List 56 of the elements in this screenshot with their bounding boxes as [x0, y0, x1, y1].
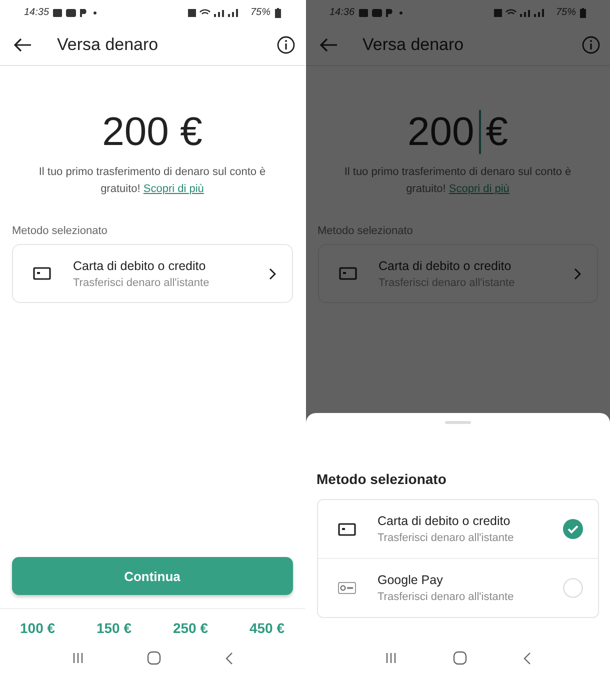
- notification-icons: [358, 8, 405, 18]
- payment-option[interactable]: Carta di debito o credito Trasferisci denaro all'istante: [318, 500, 598, 558]
- recent-apps-icon[interactable]: [72, 652, 84, 664]
- screen-title: Versa denaro: [57, 35, 158, 55]
- info-icon[interactable]: [276, 36, 294, 54]
- notification-icons: [53, 8, 100, 18]
- amount-display[interactable]: 200 €: [12, 110, 292, 154]
- back-arrow-icon[interactable]: [14, 38, 32, 52]
- option-title: Google Pay: [378, 573, 444, 587]
- quick-amount[interactable]: 150 €: [96, 620, 132, 636]
- status-time: 14:35: [24, 7, 50, 18]
- method-title: Carta di debito o credito: [378, 258, 512, 273]
- home-icon[interactable]: [452, 651, 467, 665]
- card-icon: [33, 267, 51, 280]
- card-icon: [338, 522, 356, 536]
- payment-option[interactable]: Google Pay Trasferisci denaro all'istante: [318, 558, 598, 617]
- method-title: Carta di debito o credito: [73, 258, 207, 273]
- chevron-right-icon: [268, 268, 276, 280]
- battery-icon: [274, 8, 280, 18]
- selected-check-icon[interactable]: [563, 519, 583, 539]
- recent-apps-icon[interactable]: [384, 652, 397, 664]
- amount-display[interactable]: 200 €: [318, 110, 598, 154]
- option-subtitle: Trasferisci denaro all'istante: [378, 532, 515, 544]
- screen-title: Versa denaro: [362, 35, 464, 55]
- continue-button[interactable]: Continua: [12, 557, 292, 595]
- quick-amount[interactable]: 250 €: [172, 620, 208, 636]
- battery-percentage: 75%: [250, 7, 270, 18]
- payment-method-card[interactable]: Carta di debito o credito Trasferisci denaro all'istante: [12, 244, 292, 304]
- learn-more-link[interactable]: Scopri di più: [143, 183, 204, 196]
- sheet-title: Metodo selezionato: [316, 471, 448, 487]
- currency-symbol: €: [180, 110, 202, 154]
- status-time: 14:36: [330, 7, 355, 18]
- amount-value: 200: [407, 110, 474, 154]
- section-label: Metodo selezionato: [318, 225, 414, 238]
- battery-icon: [580, 8, 586, 18]
- currency-symbol: €: [486, 110, 508, 154]
- back-icon[interactable]: [224, 652, 233, 664]
- quick-amount[interactable]: 450 €: [249, 620, 284, 636]
- payment-logo-icon: [338, 582, 356, 594]
- section-label: Metodo selezionato: [12, 225, 108, 238]
- back-icon[interactable]: [522, 652, 531, 664]
- battery-percentage: 75%: [556, 7, 576, 18]
- drag-handle[interactable]: [444, 421, 471, 424]
- method-subtitle: Trasferisci denaro all'istante: [73, 276, 210, 289]
- card-icon: [338, 267, 356, 280]
- amount-value: 200: [102, 110, 169, 154]
- option-title: Carta di debito o credito: [378, 514, 512, 528]
- quick-amount[interactable]: 100 €: [20, 620, 56, 636]
- home-icon[interactable]: [147, 651, 162, 665]
- option-subtitle: Trasferisci denaro all'istante: [378, 591, 515, 603]
- chevron-right-icon: [574, 268, 581, 280]
- radio-button[interactable]: [563, 578, 583, 598]
- text-cursor: [479, 110, 481, 154]
- free-transfer-note: Il tuo primo trasferimento di denaro sul conto è gratuito! Scopri di più: [343, 165, 572, 198]
- free-transfer-note: Il tuo primo trasferimento di denaro sul conto è gratuito! Scopri di più: [38, 165, 267, 198]
- learn-more-link[interactable]: Scopri di più: [448, 183, 510, 196]
